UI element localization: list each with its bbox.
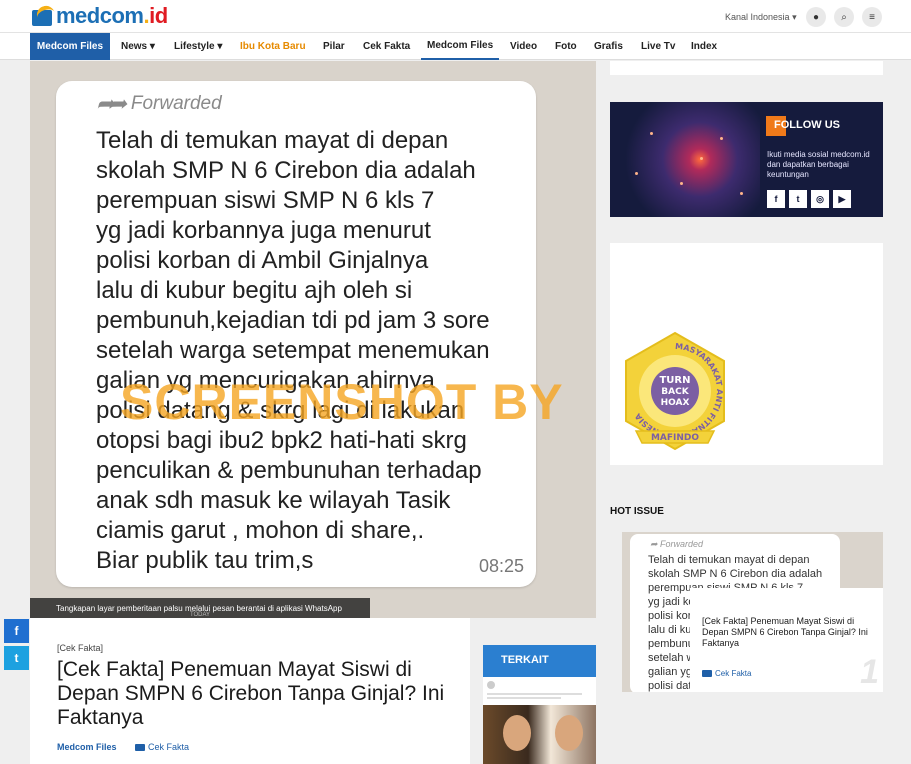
kanal-dropdown[interactable]: Kanal Indonesia ▾	[725, 12, 797, 23]
nav-item-news[interactable]: News ▾	[121, 33, 155, 60]
nav-item-foto[interactable]: Foto	[555, 33, 577, 60]
follow-title: FOLLOW US	[774, 119, 840, 131]
message-line: anak sdh masuk ke wilayah Tasik	[96, 487, 451, 514]
message-line: pembunuh,kejadian tdi pd jam 3 sore	[96, 307, 490, 334]
folder-icon	[135, 744, 145, 752]
mafindo-center-line3: HOAX	[661, 398, 690, 408]
nav-section-medcom-files[interactable]: Medcom Files	[30, 33, 110, 60]
related-label: TERKAIT	[501, 654, 549, 666]
network-art-image	[610, 102, 760, 217]
nav-item-medcom-files[interactable]: Medcom Files	[421, 33, 500, 60]
nav-item-live-tv[interactable]: Live Tv	[641, 33, 675, 60]
person-figure	[503, 715, 531, 751]
hot-image-line: skolah SMP N 6 Cirebon dia adalah	[648, 568, 823, 580]
hot-image-line: setelah w	[648, 652, 695, 664]
whatsapp-message-bubble: ➦➦ Forwarded Telah di temukan mayat di de…	[56, 81, 536, 587]
share-facebook-button[interactable]: f	[4, 619, 29, 643]
follow-twitter-button[interactable]: t	[789, 190, 807, 208]
hero-image: ➦➦ Forwarded Telah di temukan mayat di de…	[30, 61, 596, 618]
screenshot-watermark: SCREENSHOT BY	[120, 374, 564, 430]
mafindo-banner-text: MAFINDO	[651, 433, 699, 443]
article-title: [Cek Fakta] Penemuan Mayat Siswi di Depa…	[57, 658, 445, 729]
medcom-logo[interactable]: medcom.id	[32, 3, 168, 29]
message-line: lalu di kubur begitu ajh oleh si	[96, 277, 413, 304]
mafindo-center-line2: BACK	[661, 387, 689, 397]
message-line: perempuan siswi SMP N 6 kls 7	[96, 187, 435, 214]
message-line: penculikan & pembunuhan terhadap	[96, 457, 482, 484]
folder-icon	[702, 670, 712, 678]
hot-issue-headline[interactable]: [Cek Fakta] Penemuan Mayat Siswi di Depa…	[702, 616, 872, 649]
follow-us-banner: FOLLOW US Ikuti media sosial medcom.id d…	[610, 102, 883, 217]
person-figure	[555, 715, 583, 751]
top-bar: medcom.id Kanal Indonesia ▾ ● ⌕ ≡	[0, 0, 911, 32]
caret-down-icon: ▾	[792, 12, 797, 22]
mafindo-ad[interactable]: MASYARAKAT ANTI FITNAH INDONESIA TURN BA…	[610, 243, 883, 465]
follow-instagram-button[interactable]: ◎	[811, 190, 829, 208]
user-icon: ●	[812, 11, 820, 23]
forward-arrow-icon: ➦➦	[96, 91, 127, 116]
kanal-label: Kanal Indonesia	[725, 12, 790, 22]
nav-item-pilar[interactable]: Pilar	[323, 33, 345, 60]
hot-forwarded-label: ➦ Forwarded	[650, 539, 704, 549]
article-author[interactable]: Medcom Files	[57, 742, 117, 752]
mafindo-center-line1: TURN	[659, 375, 690, 386]
menu-icon: ≡	[869, 11, 875, 23]
nav-item-video[interactable]: Video	[510, 33, 537, 60]
nav-item-grafis[interactable]: Grafis	[594, 33, 623, 60]
user-button[interactable]: ●	[806, 7, 826, 27]
follow-facebook-button[interactable]: f	[767, 190, 785, 208]
message-line: skolah SMP N 6 Cirebon dia adalah	[96, 157, 476, 184]
search-button[interactable]: ⌕	[834, 7, 854, 27]
caret-down-icon: ▾	[149, 41, 155, 52]
message-line: ciamis garut , mohon di share,.	[96, 517, 425, 544]
article-kicker: [Cek Fakta]	[57, 643, 104, 653]
forwarded-label: ➦➦ Forwarded	[96, 91, 222, 116]
logo-text: medcom.id	[56, 3, 168, 28]
hot-issue-title: HOT ISSUE	[610, 506, 664, 517]
nav-item-cek-fakta[interactable]: Cek Fakta	[363, 33, 410, 60]
message-line: yg jadi korbannya juga menurut	[96, 217, 431, 244]
article-category[interactable]: Cek Fakta	[135, 742, 189, 752]
search-icon: ⌕	[841, 11, 847, 23]
message-line: otopsi bagi ibu2 bpk2 hati-hati skrg	[96, 427, 467, 454]
youtube-icon: ▶	[838, 193, 846, 204]
nav-item-ibu-kota-baru[interactable]: Ibu Kota Baru	[240, 33, 306, 60]
share-twitter-button[interactable]: t	[4, 646, 29, 670]
related-article-card[interactable]: TERKAIT	[483, 645, 596, 764]
follow-youtube-button[interactable]: ▶	[833, 190, 851, 208]
hot-image-line: pembunu	[648, 638, 694, 650]
caret-down-icon: ▾	[217, 41, 223, 52]
sidebar-widget-top	[610, 61, 883, 75]
twitter-icon: t	[14, 651, 19, 665]
nav-item-index[interactable]: Index	[691, 33, 717, 60]
hot-image-line: Telah di temukan mayat di depan	[648, 554, 810, 566]
hot-issue-rank: 1	[860, 653, 879, 691]
menu-button[interactable]: ≡	[862, 7, 882, 27]
related-header: TERKAIT	[483, 645, 596, 677]
article-header: [Cek Fakta] [Cek Fakta] Penemuan Mayat S…	[30, 618, 470, 764]
hot-issue-category[interactable]: Cek Fakta	[702, 669, 751, 678]
main-nav: Medcom Files News ▾ Lifestyle ▾ Ibu Kota…	[0, 32, 911, 60]
facebook-icon: f	[14, 624, 19, 638]
hot-issue-item[interactable]: ➦ Forwarded Telah di temukan mayat di de…	[622, 532, 883, 692]
nav-item-lifestyle[interactable]: Lifestyle ▾	[174, 33, 222, 60]
twitter-icon: t	[796, 194, 800, 204]
hot-image-line: galian yg	[648, 666, 693, 678]
instagram-icon: ◎	[816, 193, 824, 204]
message-time: 08:25	[478, 556, 524, 576]
message-line: polisi korban di Ambil Ginjalnya	[96, 247, 429, 274]
related-post-preview	[487, 681, 592, 699]
logo-mark-icon	[32, 3, 56, 26]
turnbackhoax-badge-icon: MASYARAKAT ANTI FITNAH INDONESIA TURN BA…	[625, 331, 725, 451]
message-line: Telah di temukan mayat di depan	[96, 127, 449, 154]
message-line: Biar publik tau trim,s	[96, 547, 314, 574]
message-line: setelah warga setempat menemukan	[96, 337, 490, 364]
related-thumbnail	[483, 705, 596, 764]
hot-issue-card[interactable]: [Cek Fakta] Penemuan Mayat Siswi di Depa…	[690, 588, 883, 692]
facebook-icon: f	[774, 194, 778, 204]
follow-description: Ikuti media sosial medcom.id dan dapatka…	[767, 150, 870, 179]
